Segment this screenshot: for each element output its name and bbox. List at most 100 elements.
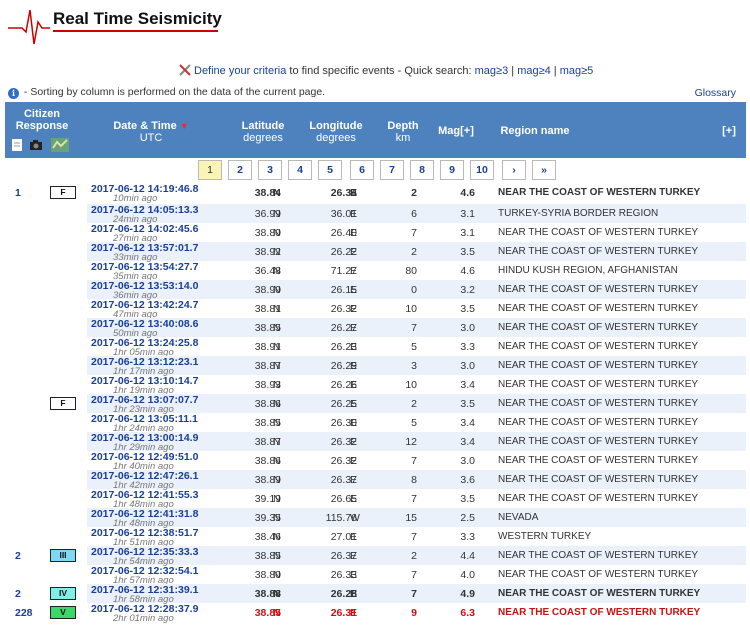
table-row[interactable]: 2017-06-12 13:42:24.7 47min ago 38.81 N 26.3… xyxy=(5,299,746,320)
magnitude-value: 3.3 xyxy=(460,531,475,543)
map-icon[interactable] xyxy=(51,138,69,152)
quick-search-mag4-link[interactable]: mag≥4 xyxy=(517,65,551,77)
table-row[interactable]: 2017-06-12 12:32:54.1 1hr 57min ago 38.80 N… xyxy=(5,565,746,586)
table-row[interactable]: 2017-06-12 12:41:55.3 1hr 48min ago 39.19 N… xyxy=(5,489,746,510)
col-longitude[interactable]: Longitude degrees xyxy=(301,120,371,144)
magnitude-value: 3.4 xyxy=(460,436,475,448)
col-magnitude[interactable]: Mag[+] xyxy=(431,125,481,137)
col-citizen-response[interactable]: Citizen Response xyxy=(9,108,75,132)
table-row[interactable]: 2017-06-12 12:47:26.1 1hr 42min ago 38.89 N… xyxy=(5,470,746,491)
page-8-button[interactable]: 8 xyxy=(410,160,434,180)
intensity-badge[interactable]: V xyxy=(50,606,76,619)
table-row[interactable]: F 2017-06-12 13:07:07.7 1hr 23min ago 38.86… xyxy=(5,394,746,415)
longitude-value: 27.01 xyxy=(330,531,357,543)
table-row[interactable]: 2017-06-12 14:02:45.6 27min ago 38.80 N 26.4… xyxy=(5,223,746,244)
col-datetime[interactable]: Date & Time ▼ UTC xyxy=(101,120,201,144)
longitude-value: 26.29 xyxy=(330,360,357,372)
intensity-badge[interactable]: IV xyxy=(50,587,76,600)
latitude-hemisphere: N xyxy=(273,512,281,524)
page-2-button[interactable]: 2 xyxy=(228,160,252,180)
page-3-button[interactable]: 3 xyxy=(258,160,282,180)
citizen-response-cell xyxy=(5,451,87,470)
longitude-hemisphere: E xyxy=(350,379,358,391)
last-page-button[interactable]: » xyxy=(532,160,556,180)
page-6-button[interactable]: 6 xyxy=(350,160,374,180)
magnitude-value: 6.3 xyxy=(460,607,475,619)
longitude-unit: degrees xyxy=(316,132,356,144)
page-10-button[interactable]: 10 xyxy=(470,160,494,180)
table-row[interactable]: 2017-06-12 13:57:01.7 33min ago 38.92 N 26.2… xyxy=(5,242,746,263)
table-row[interactable]: 2017-06-12 13:54:27.7 35min ago 36.48 N 71.2… xyxy=(5,261,746,282)
col-latitude[interactable]: Latitude degrees xyxy=(227,120,299,144)
table-row[interactable]: 2017-06-12 13:24:25.8 1hr 05min ago 38.91 N… xyxy=(5,337,746,358)
table-row[interactable]: 1 F 2017-06-12 14:19:46.8 10min ago 38.84 N 26… xyxy=(5,183,746,204)
region-name: NEVADA xyxy=(498,512,539,523)
table-row[interactable]: 2017-06-12 13:40:08.6 50min ago 38.85 N 26.2… xyxy=(5,318,746,339)
depth-value: 0 xyxy=(411,284,417,296)
intensity-badge[interactable]: F xyxy=(50,186,76,199)
longitude-hemisphere: E xyxy=(350,493,358,505)
table-row[interactable]: 2017-06-12 13:10:14.7 1hr 19min ago 38.93 N… xyxy=(5,375,746,396)
quick-search-mag3-link[interactable]: mag≥3 xyxy=(475,65,509,77)
region-name: NEAR THE COAST OF WESTERN TURKEY xyxy=(498,493,699,504)
depth-value: 5 xyxy=(411,417,417,429)
page-4-button[interactable]: 4 xyxy=(288,160,312,180)
citizen-response-cell xyxy=(5,375,87,394)
depth-value: 7 xyxy=(411,227,417,239)
longitude-hemisphere: E xyxy=(350,227,358,239)
depth-value: 7 xyxy=(411,531,417,543)
glossary-link[interactable]: Glossary xyxy=(695,87,736,99)
sorting-info-text: - Sorting by column is performed on the … xyxy=(23,86,326,98)
longitude-hemisphere: E xyxy=(350,208,358,220)
citizen-response-cell xyxy=(5,261,87,280)
table-row[interactable]: 228 V 2017-06-12 12:28:37.9 2hr 01min ago 38… xyxy=(5,603,746,624)
latitude-hemisphere: N xyxy=(273,474,281,486)
document-icon[interactable] xyxy=(11,138,23,152)
response-count[interactable]: 2 xyxy=(15,550,21,562)
define-criteria-link[interactable]: Define your criteria xyxy=(194,65,286,77)
col-depth[interactable]: Depth km xyxy=(379,120,427,144)
table-row[interactable]: 2017-06-12 12:41:31.8 1hr 48min ago 39.35 N… xyxy=(5,508,746,529)
table-row[interactable]: 2 IV 2017-06-12 12:31:39.1 1hr 58min ago 38.… xyxy=(5,584,746,605)
intensity-badge[interactable]: III xyxy=(50,549,76,562)
table-row[interactable]: 2017-06-12 13:05:11.1 1hr 24min ago 38.85 N… xyxy=(5,413,746,434)
quick-search-mag5-link[interactable]: mag≥5 xyxy=(560,65,594,77)
page-7-button[interactable]: 7 xyxy=(380,160,404,180)
response-count[interactable]: 2 xyxy=(15,588,21,600)
next-page-button[interactable]: › xyxy=(502,160,526,180)
page-1-button[interactable]: 1 xyxy=(198,160,222,180)
citizen-response-cell xyxy=(5,489,87,508)
depth-value: 2 xyxy=(411,550,417,562)
response-count[interactable]: 228 xyxy=(15,607,33,619)
page-9-button[interactable]: 9 xyxy=(440,160,464,180)
magnitude-value: 3.1 xyxy=(460,227,475,239)
longitude-hemisphere: E xyxy=(350,569,358,581)
table-row[interactable]: 2017-06-12 12:49:51.0 1hr 40min ago 38.86 N… xyxy=(5,451,746,472)
table-row[interactable]: 2017-06-12 13:00:14.9 1hr 29min ago 38.87 N… xyxy=(5,432,746,453)
camera-icon[interactable] xyxy=(29,138,43,152)
depth-value: 5 xyxy=(411,341,417,353)
magnitude-value: 4.0 xyxy=(460,569,475,581)
page-5-button[interactable]: 5 xyxy=(318,160,342,180)
longitude-hemisphere: E xyxy=(350,550,358,562)
table-row[interactable]: 2 III 2017-06-12 12:35:33.3 1hr 54min ago 38… xyxy=(5,546,746,567)
region-name: NEAR THE COAST OF WESTERN TURKEY xyxy=(498,379,699,390)
table-row[interactable]: 2017-06-12 13:12:23.1 1hr 17min ago 38.87 N… xyxy=(5,356,746,377)
table-row[interactable]: 2017-06-12 12:38:51.7 1hr 51min ago 38.46 N… xyxy=(5,527,746,548)
longitude-value: 26.15 xyxy=(330,284,357,296)
longitude-hemisphere: E xyxy=(350,284,358,296)
table-row[interactable]: 2017-06-12 14:05:13.3 24min ago 36.99 N 36.0… xyxy=(5,204,746,225)
table-row[interactable]: 2017-06-12 13:53:14.0 36min ago 38.90 N 26.1… xyxy=(5,280,746,301)
depth-value: 7 xyxy=(411,322,417,334)
region-name: TURKEY-SYRIA BORDER REGION xyxy=(498,208,659,219)
depth-value: 10 xyxy=(405,303,417,315)
longitude-hemisphere: E xyxy=(350,455,358,467)
depth-value: 6 xyxy=(411,208,417,220)
intensity-badge[interactable]: F xyxy=(50,397,76,410)
expand-columns-button[interactable]: [+] xyxy=(717,125,741,137)
col-region[interactable]: Region name xyxy=(487,125,583,137)
magnitude-value: 3.4 xyxy=(460,379,475,391)
response-count[interactable]: 1 xyxy=(15,187,21,199)
citizen-response-cell xyxy=(5,527,87,546)
region-name: NEAR THE COAST OF WESTERN TURKEY xyxy=(498,246,699,257)
